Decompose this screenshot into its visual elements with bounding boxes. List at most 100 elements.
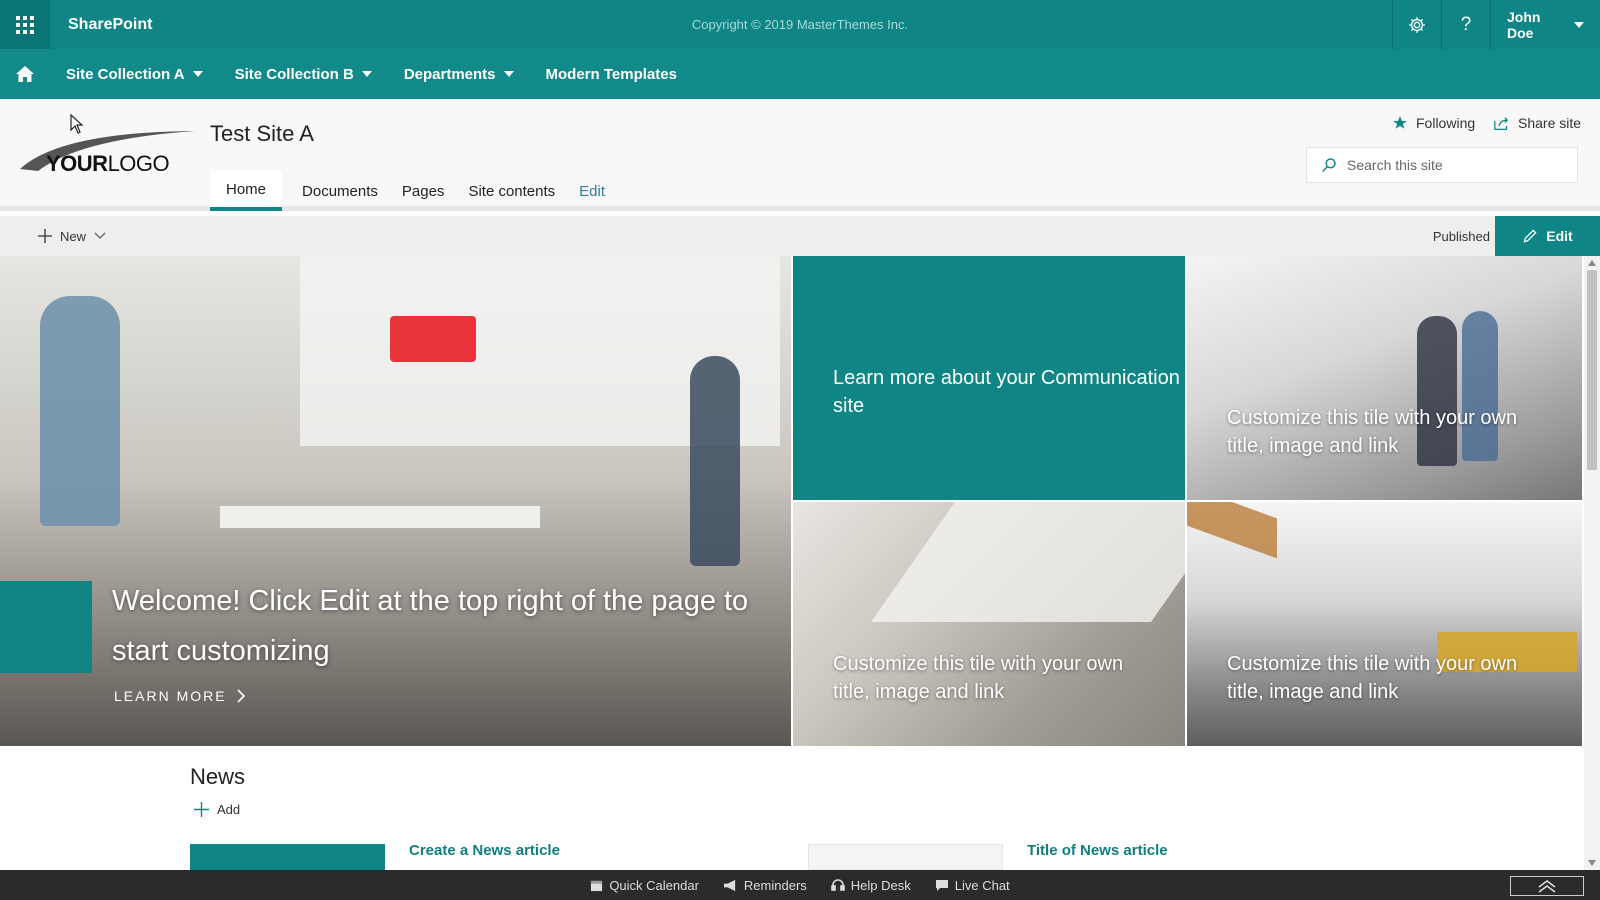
- plus-icon: [194, 802, 209, 817]
- site-logo[interactable]: YOURLOGO: [20, 127, 200, 187]
- double-chevron-up-icon: [1538, 880, 1556, 893]
- calendar-icon: [591, 880, 603, 891]
- hero-tile-title: Customize this tile with your own title,…: [1227, 407, 1518, 457]
- hero-tile-2[interactable]: Customize this tile with your own title,…: [793, 502, 1185, 746]
- news-section-title: News: [190, 764, 246, 789]
- chevron-down-icon: [192, 71, 203, 77]
- headset-icon: [830, 879, 845, 891]
- gear-icon: [1409, 16, 1425, 33]
- page-scrollbar[interactable]: [1584, 256, 1600, 870]
- live-chat-button[interactable]: Live Chat: [935, 878, 1010, 893]
- suite-brand-link[interactable]: SharePoint: [68, 16, 152, 34]
- news-thumbnail[interactable]: [808, 844, 1003, 870]
- logo-text: LOGO: [107, 151, 170, 176]
- help-desk-button[interactable]: Help Desk: [830, 877, 911, 893]
- hero-main-title: Welcome! Click Edit at the top right of …: [112, 585, 749, 667]
- new-label: New: [60, 228, 87, 244]
- command-bar: New Published Edit: [0, 216, 1600, 256]
- chevron-down-icon: [503, 71, 514, 77]
- share-label: Share site: [1518, 115, 1582, 131]
- news-add-button[interactable]: Add: [194, 802, 240, 817]
- share-icon: [1494, 116, 1509, 130]
- hero-webpart: Welcome! Click Edit at the top right of …: [0, 256, 1582, 746]
- scroll-down-arrow-icon[interactable]: [1588, 860, 1596, 866]
- scroll-up-arrow-icon[interactable]: [1588, 260, 1596, 266]
- mega-item-site-collection-b[interactable]: Site Collection B: [235, 66, 372, 83]
- app-launcher-button[interactable]: [0, 0, 50, 49]
- megaphone-icon: [723, 879, 736, 891]
- follow-label: Following: [1416, 115, 1476, 131]
- bottom-item-label: Live Chat: [954, 877, 1010, 893]
- hero-tile-communication[interactable]: Learn more about your Communication site: [793, 256, 1185, 500]
- hero-tile-title: Customize this tile with your own title,…: [1227, 653, 1518, 703]
- site-nav-site-contents[interactable]: Site contents: [456, 171, 567, 211]
- mega-item-label: Site Collection B: [234, 65, 354, 83]
- bottom-item-label: Help Desk: [850, 877, 911, 893]
- search-input[interactable]: [1347, 157, 1557, 173]
- search-icon: [1322, 158, 1336, 172]
- news-thumbnail[interactable]: [190, 844, 385, 870]
- mega-item-site-collection-a[interactable]: Site Collection A: [66, 66, 203, 83]
- logo-text-bold: YOUR: [46, 151, 108, 176]
- hero-tile-stairs-shape: [870, 502, 1185, 622]
- question-icon: ?: [1460, 13, 1472, 35]
- mega-item-label: Departments: [403, 65, 496, 83]
- news-article-link[interactable]: Create a News article: [409, 842, 560, 859]
- site-nav-pages[interactable]: Pages: [390, 171, 457, 211]
- suite-bar: SharePoint Copyright © 2019 MasterThemes…: [0, 0, 1600, 49]
- hero-tile-title: Customize this tile with your own title,…: [833, 653, 1124, 703]
- chat-icon: [935, 879, 948, 891]
- chevron-right-icon: [237, 689, 245, 703]
- chevron-down-icon: [1574, 21, 1584, 28]
- home-button[interactable]: [0, 49, 50, 99]
- site-navigation: Home Documents Pages Site contents Edit: [210, 171, 617, 211]
- help-button[interactable]: ?: [1441, 0, 1490, 49]
- bottom-item-label: Reminders: [743, 877, 807, 893]
- news-add-label: Add: [217, 802, 241, 817]
- hero-person-shape: [690, 356, 740, 566]
- plus-icon: [38, 229, 52, 243]
- mega-item-label: Site Collection A: [66, 65, 185, 83]
- scroll-thumb[interactable]: [1587, 270, 1597, 470]
- copyright-text: Copyright © 2019 MasterThemes Inc.: [691, 17, 909, 32]
- site-nav-edit-link[interactable]: Edit: [567, 171, 617, 211]
- follow-button[interactable]: Following: [1392, 115, 1475, 131]
- site-header: YOURLOGO Test Site A Home Documents Page…: [0, 99, 1600, 211]
- hero-tile-1[interactable]: Customize this tile with your own title,…: [1187, 256, 1582, 500]
- site-nav-documents[interactable]: Documents: [290, 171, 390, 211]
- site-search-box[interactable]: [1306, 147, 1578, 183]
- mega-item-label: Modern Templates: [545, 65, 677, 83]
- hero-tile-3[interactable]: Customize this tile with your own title,…: [1187, 502, 1582, 746]
- hero-main-tile[interactable]: Welcome! Click Edit at the top right of …: [0, 256, 791, 746]
- news-article-link[interactable]: Title of News article: [1027, 842, 1168, 859]
- bottom-toolbar: Quick Calendar Reminders Help Desk Live …: [0, 870, 1600, 900]
- chevron-down-icon: [94, 232, 106, 239]
- chevron-down-icon: [361, 71, 372, 77]
- hero-tile-ceiling-shape: [1187, 502, 1277, 559]
- star-icon: [1393, 116, 1407, 129]
- site-nav-home[interactable]: Home: [210, 171, 283, 211]
- hero-lamp-shape: [390, 316, 476, 362]
- share-site-button[interactable]: Share site: [1493, 115, 1581, 131]
- mega-item-modern-templates[interactable]: Modern Templates: [546, 66, 677, 83]
- site-title[interactable]: Test Site A: [210, 121, 314, 147]
- bottom-item-label: Quick Calendar: [609, 877, 699, 893]
- hero-tile-title: Learn more about your Communication site: [833, 367, 1180, 417]
- edit-page-button[interactable]: Edit: [1495, 216, 1600, 256]
- page-status: Published: [1432, 229, 1490, 244]
- collapse-toolbar-button[interactable]: [1510, 876, 1584, 896]
- learn-more-link[interactable]: LEARN MORE: [114, 688, 246, 704]
- user-menu-button[interactable]: John Doe: [1490, 0, 1600, 49]
- hero-accent-block: [0, 581, 92, 673]
- waffle-icon: [16, 15, 34, 34]
- pencil-icon: [1523, 229, 1537, 243]
- reminders-button[interactable]: Reminders: [723, 878, 807, 893]
- quick-calendar-button[interactable]: Quick Calendar: [590, 878, 699, 893]
- settings-button[interactable]: [1392, 0, 1441, 49]
- mega-menu: Site Collection A Site Collection B Depa…: [0, 49, 1600, 99]
- edit-label: Edit: [1546, 228, 1573, 244]
- mega-item-departments[interactable]: Departments: [404, 66, 514, 83]
- new-button[interactable]: New: [38, 229, 106, 244]
- home-icon: [16, 66, 34, 82]
- user-name: John Doe: [1507, 8, 1541, 41]
